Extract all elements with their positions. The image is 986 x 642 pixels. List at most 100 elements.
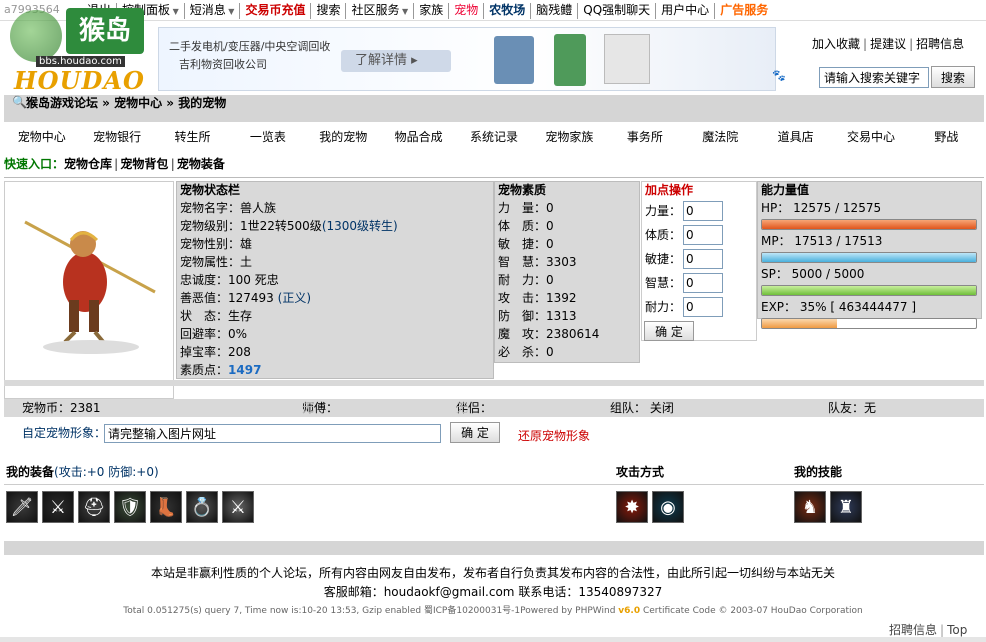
nav-item[interactable]: 交易中心 — [833, 125, 908, 149]
bottom-border — [0, 637, 986, 642]
addpoint-label: 力量： — [645, 204, 682, 218]
divider — [4, 541, 984, 555]
breadcrumb-text[interactable]: 猴岛游戏论坛 » 宠物中心 » 我的宠物 — [26, 96, 226, 110]
pet-nav: 宠物中心 宠物银行 转生所 一览表 我的宠物 物品合成 系统记录 宠物家族 事务所 魔法院 道具店交… — [4, 125, 984, 149]
helmet-icon[interactable]: ⛑ — [78, 491, 110, 523]
nav-item[interactable]: 魔法院 — [683, 125, 758, 149]
custom-image-confirm-button[interactable]: 确 定 — [450, 422, 500, 443]
jobs-link[interactable]: 招聘信息 — [916, 37, 964, 51]
palm-tree-icon — [10, 10, 62, 62]
quick-link-warehouse[interactable]: 宠物仓库 — [64, 157, 112, 171]
equipment-heading: 我的装备(攻击:+0 防御:+0) — [6, 465, 159, 479]
boots-icon[interactable]: 👢 — [150, 491, 182, 523]
mp-label: MP： 17513 / 17513 — [761, 234, 883, 248]
nav-item[interactable]: 一览表 — [230, 125, 305, 149]
ability-title: 能力量值 — [761, 183, 810, 197]
header-links: 加入收藏 | 提建议 | 招聘信息 — [812, 37, 965, 51]
pet-gender: 宠物性别：雄 — [180, 237, 253, 251]
nav-item[interactable]: 我的宠物 — [306, 125, 381, 149]
top-menu: 退出控制面板 ▼短消息 ▼交易币充值搜索社区服务 ▼家族宠物农牧场脑残鳢QQ强制… — [82, 3, 773, 19]
warrior-skill-icon[interactable]: ♜ — [830, 491, 862, 523]
fire-attack-icon[interactable]: ✸ — [616, 491, 648, 523]
pet-main-panel: 宠物状态栏 宠物名字：兽人族 宠物级别：1世22转500级(1300级转生) 宠… — [4, 177, 984, 401]
top-menu-item[interactable]: 用户中心 — [655, 3, 714, 19]
quality-row: 体 质：0 — [498, 219, 554, 233]
chevron-down-icon: ▼ — [399, 7, 409, 16]
ring-icon[interactable]: 💍 — [186, 491, 218, 523]
nav-item[interactable]: 物品合成 — [381, 125, 456, 149]
mp-bar — [761, 252, 977, 263]
addpoint-input[interactable] — [683, 273, 724, 293]
sword-icon[interactable]: 🗡 — [6, 491, 38, 523]
nav-item[interactable]: 野战 — [909, 125, 984, 149]
suggest-link[interactable]: 提建议 — [870, 37, 906, 51]
custom-image-url-input[interactable] — [104, 424, 441, 443]
energy-orb-icon[interactable]: ◉ — [652, 491, 684, 523]
footer-links: 招聘信息 | Top — [889, 623, 968, 637]
beast-skill-icon[interactable]: ♞ — [794, 491, 826, 523]
search-button[interactable]: 搜索 — [931, 66, 975, 88]
nav-item[interactable]: 道具店 — [758, 125, 833, 149]
banner-details-button[interactable]: 了解详情 ▸ — [341, 50, 451, 72]
nav-item[interactable]: 宠物银行 — [79, 125, 154, 149]
addpoint-row: 体质： — [642, 223, 756, 247]
addpoint-row: 力量： — [642, 199, 756, 223]
custom-image-label: 自定宠物形象： — [22, 426, 107, 440]
machine-image — [554, 34, 586, 86]
quality-row: 必 杀：0 — [498, 345, 554, 359]
pet-drop-rate: 掉宝率：208 — [180, 345, 251, 359]
pet-points: 素质点：1497 — [180, 363, 262, 377]
dagger-icon[interactable]: ⚔ — [42, 491, 74, 523]
addpoint-input[interactable] — [683, 249, 724, 269]
addpoint-row: 敏捷： — [642, 247, 756, 271]
blade-icon[interactable]: ⚔ — [222, 491, 254, 523]
addpoint-confirm-button[interactable]: 确 定 — [644, 321, 694, 341]
pet-name: 宠物名字：兽人族 — [180, 201, 277, 215]
top-menu-item[interactable]: 搜索 — [310, 3, 345, 19]
top-menu-item[interactable]: 社区服务 ▼ — [345, 3, 413, 19]
top-menu-item[interactable]: 广告服务 — [714, 3, 773, 19]
nav-item[interactable]: 系统记录 — [456, 125, 531, 149]
quick-link-equipment[interactable]: 宠物装备 — [177, 157, 225, 171]
nav-item[interactable]: 宠物家族 — [532, 125, 607, 149]
exp-label: EXP： 35% [ 463444477 ] — [761, 300, 917, 314]
top-menu-item[interactable]: 宠物 — [448, 3, 483, 19]
ad-banner[interactable]: 二手发电机/变压器/中央空调回收 吉利物资回收公司 了解详情 ▸ — [158, 27, 776, 91]
sp-label: SP： 5000 / 5000 — [761, 267, 865, 281]
add-favorite-link[interactable]: 加入收藏 — [812, 37, 860, 51]
addpoint-input[interactable] — [683, 225, 724, 245]
rebirth-link[interactable]: (1300级转生) — [322, 219, 398, 233]
top-menu-item[interactable]: QQ强制聊天 — [577, 3, 655, 19]
addpoint-input[interactable] — [683, 297, 724, 317]
site-logo[interactable]: 猴岛 bbs.houdao.com HOUDAO — [6, 4, 156, 96]
armor-icon[interactable]: 🛡 — [114, 491, 146, 523]
top-menu-item[interactable]: 家族 — [413, 3, 448, 19]
exp-bar — [761, 318, 977, 329]
printer-image — [604, 34, 650, 84]
search-input[interactable] — [819, 67, 929, 88]
nav-item[interactable]: 事务所 — [607, 125, 682, 149]
sp-bar — [761, 285, 977, 296]
nav-item[interactable]: 宠物中心 — [4, 125, 79, 149]
divider — [4, 484, 984, 485]
addpoint-input[interactable] — [683, 201, 724, 221]
top-menu-item[interactable]: 脑残鳢 — [530, 3, 577, 19]
paw-icon: 🐾 — [772, 69, 786, 82]
hp-bar — [761, 219, 977, 230]
pet-info-row: 宠物币：2381 师傅：无 伴侣：无 组队： 关闭 队友：无 — [4, 399, 984, 417]
top-link[interactable]: Top — [947, 623, 967, 637]
quality-row: 智 慧：3303 — [498, 255, 577, 269]
top-menu-item[interactable]: 短消息 ▼ — [183, 3, 240, 19]
restore-image-link[interactable]: 还原宠物形象 — [518, 427, 590, 444]
quick-link-backpack[interactable]: 宠物背包 — [120, 157, 168, 171]
footer-disclaimer: 本站是非赢利性质的个人论坛，所有内容由网友自由发布，发布者自行负责其发布内容的合… — [150, 566, 835, 580]
nav-item[interactable]: 转生所 — [155, 125, 230, 149]
addpoint-row: 耐力： — [642, 295, 756, 319]
top-menu-item[interactable]: 农牧场 — [483, 3, 530, 19]
pet-attribute: 宠物属性：土 — [180, 255, 253, 269]
quality-row: 防 御：1313 — [498, 309, 577, 323]
karma-tag: (正义) — [277, 291, 312, 305]
pet-loyalty: 忠诚度：100 死忠 — [180, 273, 279, 287]
footer-jobs-link[interactable]: 招聘信息 — [889, 623, 937, 637]
top-menu-item[interactable]: 交易币充值 — [239, 3, 310, 19]
